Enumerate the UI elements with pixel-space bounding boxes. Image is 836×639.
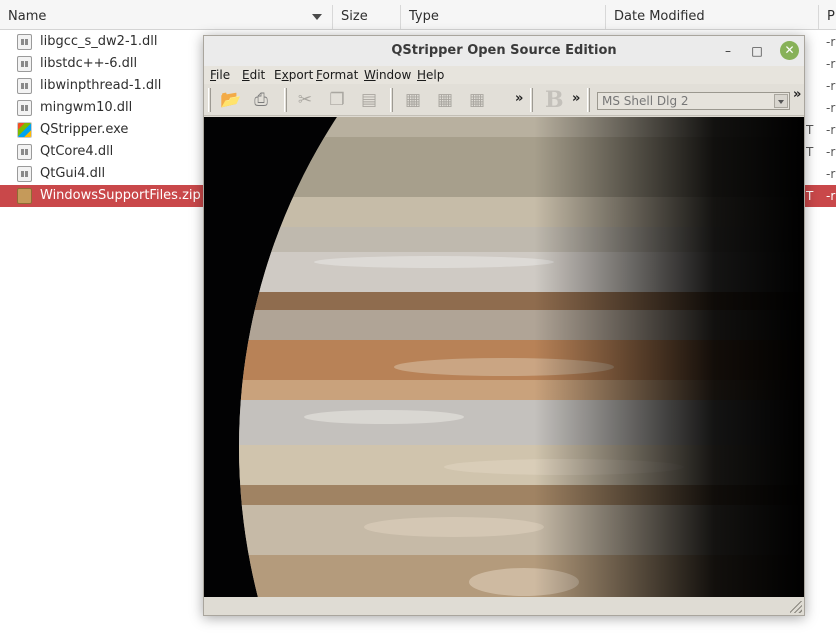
export-text-icon[interactable]: ▦ (432, 87, 458, 113)
zip-file-icon (17, 188, 32, 204)
menu-bar: File Edit Export Format Window Help (204, 66, 804, 84)
toolbar-grip[interactable] (587, 88, 590, 112)
toolbar-grip[interactable] (284, 88, 287, 112)
bold-icon[interactable]: B (545, 87, 564, 113)
file-permissions: -r (826, 145, 836, 159)
dll-file-icon (17, 78, 32, 94)
minimize-button[interactable]: – (719, 42, 737, 60)
qstripper-window: QStripper Open Source Edition – □ ✕ File… (203, 35, 805, 616)
file-permissions: -r (826, 57, 836, 71)
file-name: mingwm10.dll (40, 100, 133, 115)
dll-file-icon (17, 166, 32, 182)
menu-file[interactable]: File (210, 67, 230, 83)
menu-export[interactable]: Export (274, 67, 313, 83)
toolbar-grip[interactable] (208, 88, 211, 112)
cut-icon[interactable]: ✂ (292, 87, 318, 113)
file-type-fragment: T (806, 189, 814, 203)
open-folder-icon[interactable]: 📂 (218, 87, 244, 113)
dll-file-icon (17, 100, 32, 116)
file-name: QStripper.exe (40, 122, 129, 137)
status-bar (204, 597, 804, 615)
font-family-select[interactable]: MS Shell Dlg 2 (597, 92, 790, 110)
maximize-button[interactable]: □ (748, 42, 766, 60)
file-permissions: -r (826, 79, 836, 93)
toolbar-grip[interactable] (390, 88, 393, 112)
file-permissions: -r (826, 123, 836, 137)
file-name: libgcc_s_dw2-1.dll (40, 34, 158, 49)
font-family-value: MS Shell Dlg 2 (602, 94, 689, 108)
menu-help[interactable]: Help (417, 67, 444, 83)
file-list-header: Name Size Type Date Modified P (0, 0, 836, 30)
sort-descending-icon[interactable] (312, 14, 322, 20)
file-permissions: -r (826, 101, 836, 115)
toolbar-overflow-icon[interactable]: » (793, 87, 801, 102)
exe-file-icon (17, 122, 32, 138)
menu-window[interactable]: Window (364, 67, 411, 83)
print-icon[interactable]: ⎙ (248, 87, 274, 113)
file-name: QtGui4.dll (40, 166, 106, 181)
window-titlebar[interactable]: QStripper Open Source Edition – □ ✕ (204, 36, 804, 66)
toolbar: 📂 ⎙ ✂ ❐ ▤ ▦ ▦ ▦ » B » MS Shell Dlg 2 » (204, 84, 804, 116)
jupiter-image (204, 117, 804, 597)
resize-grip-icon[interactable] (790, 601, 802, 613)
copy-icon[interactable]: ❐ (324, 87, 350, 113)
toolbar-overflow-icon[interactable]: » (572, 91, 580, 106)
file-name: WindowsSupportFiles.zip (40, 188, 201, 203)
column-header-date-modified[interactable]: Date Modified (606, 5, 819, 29)
dll-file-icon (17, 56, 32, 72)
file-permissions: -r (826, 35, 836, 49)
export-html-icon[interactable]: ▦ (464, 87, 490, 113)
chevron-down-icon[interactable] (774, 94, 788, 108)
close-button[interactable]: ✕ (780, 41, 799, 60)
document-canvas[interactable] (204, 117, 804, 597)
column-header-size[interactable]: Size (333, 5, 401, 29)
column-header-permissions[interactable]: P (819, 5, 836, 29)
column-header-type[interactable]: Type (401, 5, 606, 29)
paste-icon[interactable]: ▤ (356, 87, 382, 113)
file-permissions: -r (826, 189, 836, 203)
toolbar-grip[interactable] (530, 88, 533, 112)
dll-file-icon (17, 34, 32, 50)
file-name: libwinpthread-1.dll (40, 78, 162, 93)
toolbar-overflow-icon[interactable]: » (515, 91, 523, 106)
dll-file-icon (17, 144, 32, 160)
file-type-fragment: T (806, 123, 814, 137)
window-title: QStripper Open Source Edition (391, 43, 617, 58)
column-header-name[interactable]: Name (0, 5, 333, 29)
menu-edit[interactable]: Edit (242, 67, 265, 83)
file-name: libstdc++-6.dll (40, 56, 138, 71)
file-name: QtCore4.dll (40, 144, 114, 159)
file-permissions: -r (826, 167, 836, 181)
menu-format[interactable]: Format (316, 67, 358, 83)
file-type-fragment: T (806, 145, 814, 159)
export-page-icon[interactable]: ▦ (400, 87, 426, 113)
